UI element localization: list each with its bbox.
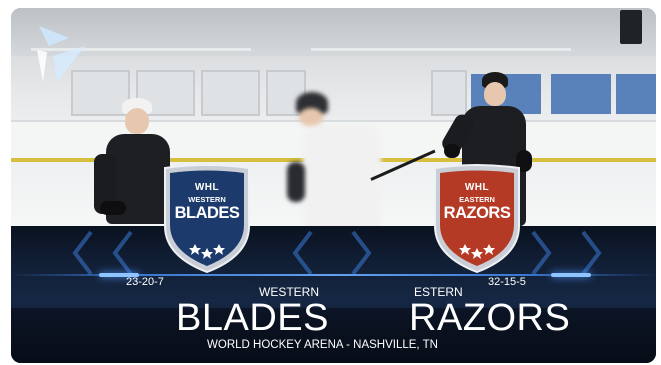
- away-team-name: RAZORS: [409, 297, 571, 339]
- chevron-left-icon: [72, 230, 93, 276]
- away-badge-name: RAZORS: [443, 204, 511, 222]
- play-logo-icon: [29, 16, 89, 86]
- home-badge-league: WHL: [194, 182, 220, 193]
- home-badge-name: BLADES: [174, 204, 240, 222]
- venue-caption: WORLD HOCKEY ARENA - NASHVILLE, TN: [207, 339, 438, 351]
- home-team-badge: WHL WESTERN BLADES: [159, 164, 255, 276]
- chevron-left-icon: [292, 230, 313, 276]
- away-record: 32-15-5: [488, 276, 526, 288]
- home-team-name: BLADES: [176, 297, 329, 339]
- ceiling-light: [311, 48, 571, 51]
- player-center: [281, 92, 391, 234]
- chevron-right-icon: [351, 230, 372, 276]
- wall-panel: [551, 74, 611, 114]
- chevron-right-icon: [531, 230, 552, 276]
- glow-accent: [551, 273, 591, 277]
- away-badge-conference: EASTERN: [459, 195, 495, 204]
- chevron-right-icon: [581, 230, 602, 276]
- wall-window: [201, 70, 260, 116]
- away-badge-league: WHL: [464, 182, 490, 193]
- rink-scene: [11, 8, 656, 234]
- away-team-badge: WHL EASTERN RAZORS: [429, 164, 525, 276]
- wall-panel: [616, 74, 656, 114]
- home-record: 23-20-7: [126, 276, 164, 288]
- speaker: [620, 10, 642, 44]
- home-badge-conference: WESTERN: [188, 195, 226, 204]
- chevron-left-icon: [112, 230, 133, 276]
